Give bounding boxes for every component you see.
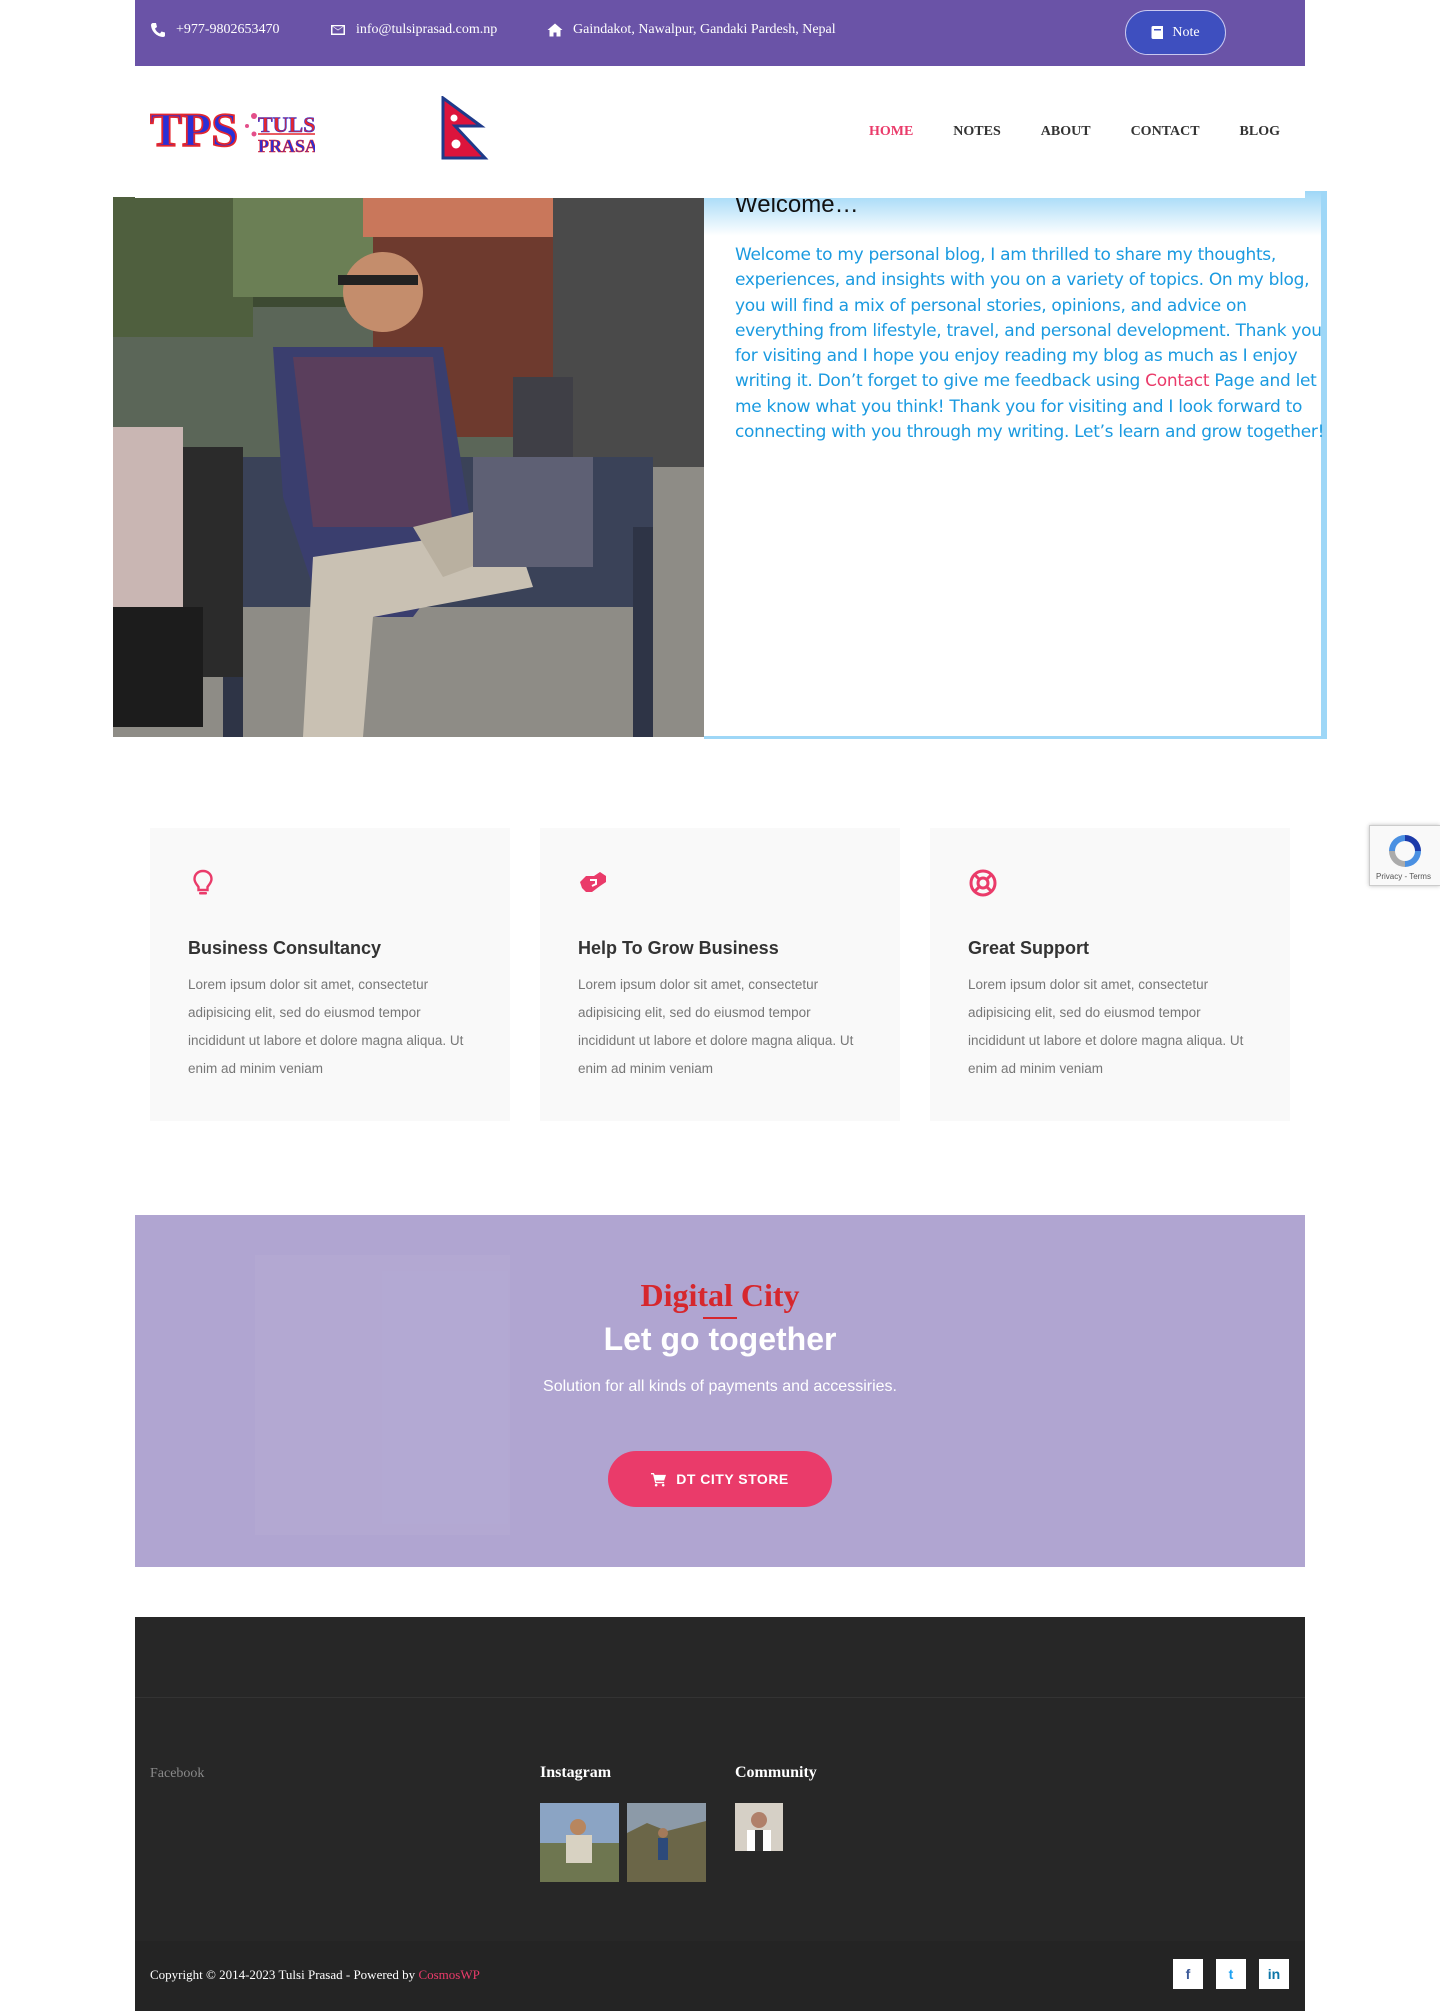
lightbulb-icon [193,869,213,895]
recaptcha-label[interactable]: Privacy - Terms [1376,872,1431,881]
cta-title: Let go together [603,1321,837,1357]
community-heading: Community [735,1764,817,1781]
cta-divider [703,1317,737,1319]
feature-title: Business Consultancy [188,938,382,958]
profile-photo [113,197,704,737]
copyright-text: Copyright © 2014-2023 Tulsi Prasad - Pow… [150,1967,419,1982]
feature-text: Lorem ipsum dolor sit amet, consectetur … [578,977,854,1076]
nepal-flag [441,95,491,160]
feature-text: Lorem ipsum dolor sit amet, consectetur … [968,977,1244,1076]
main-nav: HOME NOTES ABOUT CONTACT BLOG [869,124,1280,140]
recaptcha-badge[interactable]: Privacy - Terms [1369,825,1440,886]
welcome-textbox: Welcome… Welcome to my personal blog, I … [704,191,1327,739]
feature-title: Help To Grow Business [578,938,779,958]
email-address: info@tulsiprasad.com.np [356,22,498,37]
feature-card: Help To Grow Business Lorem ipsum dolor … [540,828,900,1121]
welcome-section: Welcome… Welcome to my personal blog, I … [113,191,1327,739]
instagram-photo[interactable] [627,1803,706,1882]
twitter-icon[interactable]: t [1216,1959,1246,1989]
feature-title: Great Support [968,938,1090,958]
nav-blog[interactable]: BLOG [1240,124,1280,140]
linkedin-icon[interactable]: in [1259,1959,1289,1989]
book-icon [1151,26,1164,39]
svg-text:PRASAD: PRASAD [258,136,315,156]
feature-card: Business Consultancy Lorem ipsum dolor s… [150,828,510,1121]
feature-card: Great Support Lorem ipsum dolor sit amet… [930,828,1290,1121]
note-button[interactable]: Note [1125,10,1226,55]
handshake-icon [580,872,606,892]
note-button-label: Note [1172,24,1200,40]
cta-section: Digital City Let go together Solution fo… [135,1215,1305,1567]
phone-number: +977-9802653470 [176,22,280,37]
store-button[interactable]: DT CITY STORE [608,1451,832,1507]
powered-by-link[interactable]: CosmosWP [418,1967,479,1982]
life-ring-icon [969,869,997,897]
site-footer: Facebook Instagram Community Copyright ©… [135,1617,1305,2011]
address-text: Gaindakot, Nawalpur, Gandaki Pardesh, Ne… [573,22,836,37]
facebook-icon[interactable]: f [1173,1959,1203,1989]
phone-icon [151,23,165,37]
nav-home[interactable]: HOME [869,124,913,140]
envelope-icon [331,25,345,35]
nav-notes[interactable]: NOTES [953,124,1000,140]
welcome-text-part: Welcome to my personal blog, I am thrill… [735,245,1322,392]
instagram-heading: Instagram [540,1764,612,1781]
contact-link[interactable]: Contact [1145,371,1209,391]
footer-divider [135,1697,1305,1698]
feature-text: Lorem ipsum dolor sit amet, consectetur … [188,977,464,1076]
cta-subtitle: Digital City [640,1277,800,1313]
store-button-label: DT CITY STORE [676,1471,789,1487]
site-header: TPS TULSI PRASAD HOME NOTES ABOUT CONTAC… [135,66,1305,198]
svg-text:TPS: TPS [150,104,238,157]
site-logo[interactable]: TPS TULSI PRASAD [149,102,331,158]
recaptcha-icon [1389,835,1421,867]
cta-description: Solution for all kinds of payments and a… [543,1378,897,1395]
home-icon [547,23,563,37]
facebook-widget-label[interactable]: Facebook [150,1766,204,1782]
nav-about[interactable]: ABOUT [1041,124,1091,140]
community-photo[interactable] [735,1803,783,1851]
nav-contact[interactable]: CONTACT [1131,124,1200,140]
copyright: Copyright © 2014-2023 Tulsi Prasad - Pow… [150,1967,480,1983]
phone-info[interactable]: +977-9802653470 [150,22,280,38]
email-info[interactable]: info@tulsiprasad.com.np [330,22,497,38]
address-info: Gaindakot, Nawalpur, Gandaki Pardesh, Ne… [547,22,836,38]
top-bar: +977-9802653470 info@tulsiprasad.com.np … [135,0,1305,66]
instagram-photo[interactable] [540,1803,619,1882]
header-bottom-strip [135,191,1305,198]
welcome-text: Welcome to my personal blog, I am thrill… [735,243,1325,445]
cart-icon [651,1472,667,1486]
